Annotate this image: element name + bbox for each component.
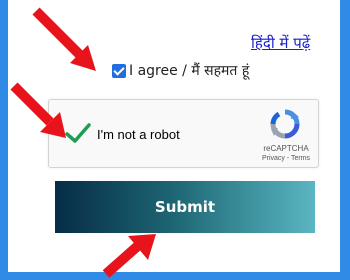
terms-link[interactable]: Terms (291, 155, 310, 162)
form-panel: हिंदी में पढ़ें I agree / मैं सहमत हूं I… (8, 0, 340, 272)
read-in-hindi-link[interactable]: हिंदी में पढ़ें (251, 33, 310, 53)
agree-label: I agree / मैं सहमत हूं (129, 63, 250, 79)
green-checkmark-icon[interactable] (65, 120, 91, 146)
submit-button[interactable]: Submit (55, 181, 315, 233)
recaptcha-widget: I'm not a robot reCAPTCHA Privacy - Term… (48, 99, 319, 168)
privacy-link[interactable]: Privacy (262, 155, 285, 162)
recaptcha-links: Privacy - Terms (252, 155, 320, 162)
recaptcha-brand: reCAPTCHA (263, 144, 309, 153)
agree-checkbox[interactable] (112, 63, 126, 78)
recaptcha-logo-icon (270, 109, 300, 139)
agree-row[interactable]: I agree / मैं सहमत हूं (112, 61, 249, 80)
screenshot-stage: हिंदी में पढ़ें I agree / मैं सहमत हूं I… (0, 0, 350, 280)
not-a-robot-label: I'm not a robot (97, 127, 180, 142)
